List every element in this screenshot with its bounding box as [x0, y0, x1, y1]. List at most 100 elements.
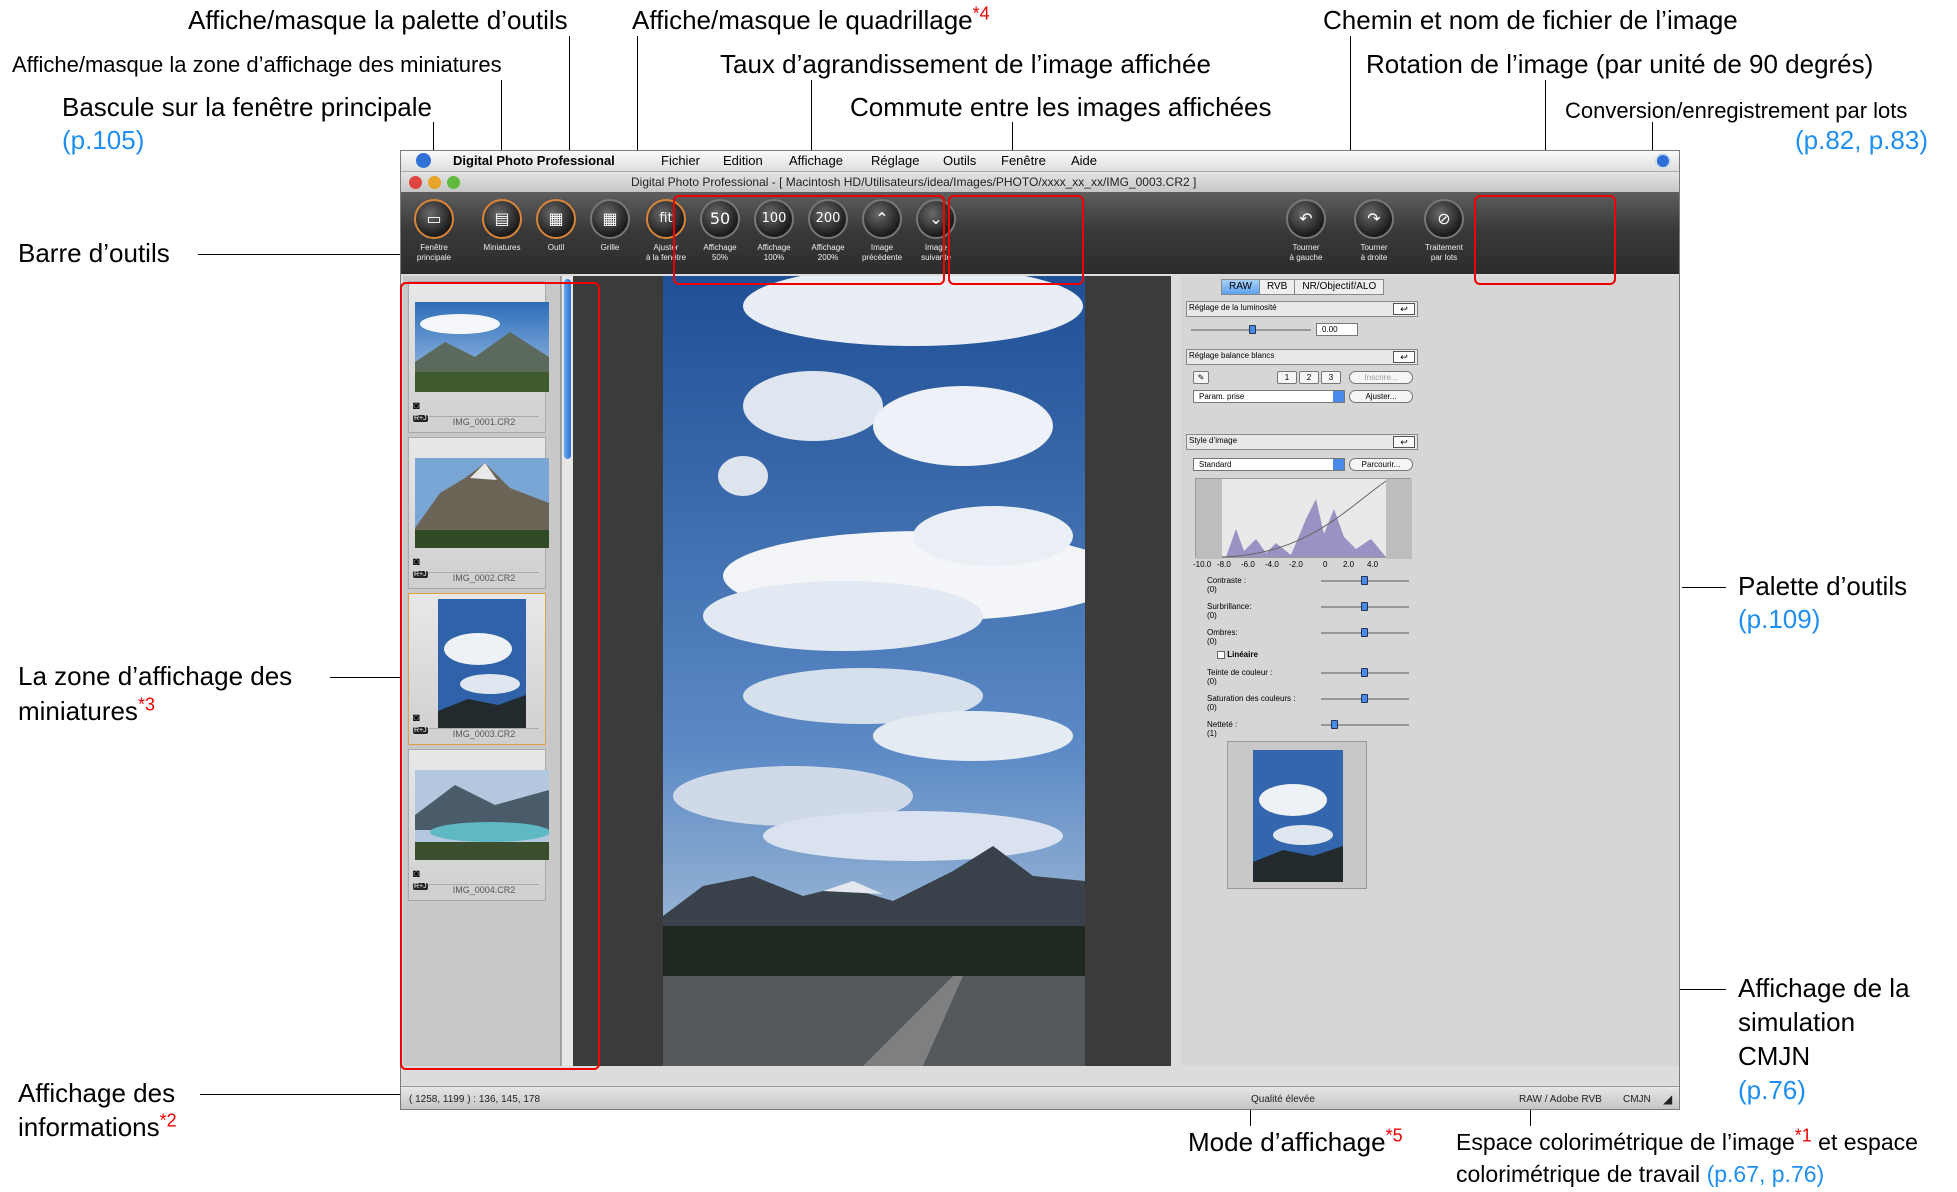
- resize-grip-icon[interactable]: ◢: [1663, 1087, 1672, 1109]
- annotation-toolbar: Barre d’outils: [18, 238, 170, 268]
- main-window-button[interactable]: ▭ Fenêtre principale: [401, 192, 467, 274]
- tick: 0: [1323, 560, 1328, 569]
- batch-process-button[interactable]: ⊘ Traitement par lots: [1411, 192, 1477, 274]
- browse-button[interactable]: Parcourir...: [1349, 458, 1413, 471]
- leader-info: [200, 1094, 402, 1095]
- menu-fenetre[interactable]: Fenêtre: [1001, 151, 1046, 171]
- wb-section: Réglage balance blancs ↩: [1186, 349, 1418, 365]
- wb-register-button[interactable]: Inscrire...: [1349, 371, 1413, 384]
- style-title: Style d’image: [1189, 436, 1238, 445]
- main-photo: [663, 276, 1085, 1066]
- brightness-value-field[interactable]: 0.00: [1316, 323, 1358, 336]
- thumbnails-label: Miniatures: [483, 243, 521, 252]
- menu-outils[interactable]: Outils: [943, 151, 976, 171]
- reset-icon[interactable]: ↩: [1393, 351, 1415, 363]
- highlight-knob[interactable]: [1361, 602, 1368, 611]
- menu-reglage[interactable]: Réglage: [871, 151, 919, 171]
- picture-style-section: Style d’image ↩: [1186, 434, 1418, 450]
- wb-select-value: Param. prise: [1199, 392, 1245, 401]
- sharpness-slider[interactable]: [1321, 720, 1409, 729]
- menu-aide[interactable]: Aide: [1071, 151, 1097, 171]
- thumbnails-icon: ▤: [482, 199, 522, 239]
- reset-icon[interactable]: ↩: [1393, 303, 1415, 315]
- histogram-panel[interactable]: [1195, 478, 1412, 559]
- wb-title: Réglage balance blancs: [1189, 351, 1275, 360]
- highlight-slider[interactable]: [1321, 602, 1409, 611]
- annotation-zoom-ratio: Taux d’agrandissement de l’image affiché…: [720, 49, 1211, 79]
- highlight-nav-buttons: [948, 195, 1084, 285]
- rotate-left-label-2: à gauche: [1289, 253, 1323, 262]
- menu-fichier[interactable]: Fichier: [661, 151, 700, 171]
- checkbox-icon[interactable]: [1217, 650, 1225, 659]
- wb-adjust-button[interactable]: Ajuster...: [1349, 390, 1413, 403]
- menu-affichage[interactable]: Affichage: [789, 151, 843, 171]
- annotation-colorspace: Espace colorimétrique de l’image*1 et es…: [1456, 1125, 1918, 1155]
- rotate-left-button[interactable]: ↶ Tourner à gauche: [1273, 192, 1339, 274]
- shadow-slider[interactable]: [1321, 628, 1409, 637]
- saturation-knob[interactable]: [1361, 694, 1368, 703]
- apple-menu-icon[interactable]: [416, 153, 431, 168]
- tick: -8.0: [1217, 560, 1231, 569]
- shadow-knob[interactable]: [1361, 628, 1368, 637]
- main-window-label: Fenêtre: [420, 243, 448, 252]
- colorspace-readout: RAW / Adobe RVB: [1519, 1094, 1602, 1105]
- annotation-batch: Conversion/enregistrement par lots: [1565, 98, 1908, 123]
- batch-label: Traitement: [1425, 243, 1463, 252]
- wb-preset-3-button[interactable]: 3: [1321, 371, 1341, 384]
- image-viewer[interactable]: [573, 276, 1171, 1066]
- eyedropper-button[interactable]: ✎: [1193, 371, 1209, 384]
- tab-nr[interactable]: NR/Objectif/ALO: [1294, 279, 1385, 295]
- menu-app[interactable]: Digital Photo Professional: [453, 151, 615, 171]
- style-select-value: Standard: [1199, 460, 1232, 469]
- rotate-right-button[interactable]: ↷ Tourner à droite: [1341, 192, 1407, 274]
- highlight-zoom-buttons: [673, 195, 945, 285]
- annotation-palette-ref: (p.109): [1738, 604, 1821, 634]
- grid-label: Grille: [600, 243, 620, 252]
- reset-icon[interactable]: ↩: [1393, 436, 1415, 448]
- annotation-cmyk: Affichage de la: [1738, 973, 1910, 1003]
- status-bar: ( 1258, 1199 ) : 136, 145, 178 Qualité é…: [401, 1086, 1679, 1109]
- spotlight-icon[interactable]: [1655, 153, 1671, 169]
- wb-preset-2-button[interactable]: 2: [1299, 371, 1319, 384]
- rotate-left-icon: ↶: [1286, 199, 1326, 239]
- shadow-label: Ombres: (0): [1207, 628, 1238, 646]
- saturation-label: Saturation des couleurs : (0): [1207, 694, 1296, 712]
- wb-preset-1-button[interactable]: 1: [1277, 371, 1297, 384]
- leader-thumb-area: [330, 677, 402, 678]
- tab-raw[interactable]: RAW: [1221, 279, 1260, 295]
- preview-thumbnail: [1253, 750, 1343, 882]
- brightness-knob[interactable]: [1249, 325, 1256, 334]
- wb-select[interactable]: Param. prise: [1193, 390, 1345, 403]
- sharpness-knob[interactable]: [1331, 720, 1338, 729]
- tone-knob[interactable]: [1361, 668, 1368, 677]
- brightness-slider[interactable]: [1191, 325, 1311, 334]
- cmyk-indicator: CMJN: [1623, 1094, 1651, 1105]
- menu-edition[interactable]: Edition: [723, 151, 763, 171]
- highlight-label: Surbrillance: (0): [1207, 602, 1252, 620]
- tab-rvb[interactable]: RVB: [1258, 279, 1296, 295]
- preview-panel: [1227, 741, 1367, 889]
- annotation-path-filename: Chemin et nom de fichier de l’image: [1323, 5, 1738, 35]
- annotation-thumb-area-2: miniatures*3: [18, 694, 155, 726]
- batch-label-2: par lots: [1430, 253, 1458, 262]
- linear-checkbox[interactable]: Linéaire: [1217, 650, 1258, 659]
- annotation-display-mode: Mode d’affichage*5: [1188, 1125, 1403, 1157]
- contrast-knob[interactable]: [1361, 576, 1368, 585]
- rotate-right-label-2: à droite: [1360, 253, 1388, 262]
- leader-toolbar: [198, 254, 401, 255]
- saturation-slider[interactable]: [1321, 694, 1409, 703]
- tone-slider[interactable]: [1321, 668, 1409, 677]
- tick: 4.0: [1367, 560, 1379, 569]
- picture-style-select[interactable]: Standard: [1193, 458, 1345, 471]
- tool-palette: RAW RVB NR/Objectif/ALO Réglage de la lumi…: [1181, 276, 1679, 1066]
- annotation-cmyk-ref: (p.76): [1738, 1075, 1806, 1105]
- annotation-main-window-ref: (p.105): [62, 125, 145, 155]
- select-arrow-icon: [1333, 391, 1344, 402]
- zoom-button[interactable]: [447, 176, 460, 189]
- contrast-slider[interactable]: [1321, 576, 1409, 585]
- info-readout: ( 1258, 1199 ) : 136, 145, 178: [409, 1094, 541, 1105]
- annotation-colorspace-2: colorimétrique de travail (p.67, p.76): [1456, 1161, 1825, 1187]
- highlight-thumbnail-area: [400, 282, 600, 1070]
- minimize-button[interactable]: [428, 176, 441, 189]
- close-button[interactable]: [409, 176, 422, 189]
